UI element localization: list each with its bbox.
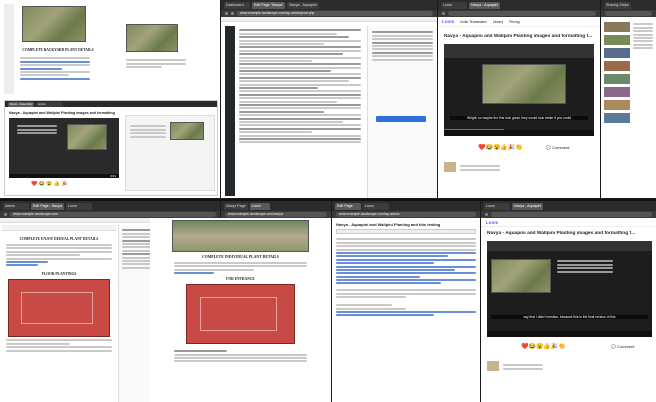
window-top-left[interactable]: COMPLETE BACKYARD PLANT DETAILS Docs - A… xyxy=(0,0,220,198)
video-player[interactable]: say that I didn't mention, because this … xyxy=(487,241,652,337)
doc-thumbnail xyxy=(126,24,178,52)
window-code-editor[interactable]: Dashboard Edit Page "Navya" Navya - Aqua… xyxy=(221,0,437,198)
section-heading: FLOOR PLANTINGS xyxy=(41,272,77,277)
doc-heading: COMPLETE ENJOY DEDUAL PLANT DETAILS xyxy=(19,237,99,241)
tab-edit-page[interactable]: Edit Page xyxy=(335,202,361,210)
video-title: Navya - Aquapini and Wallpini Planting i… xyxy=(9,111,115,115)
address-bar[interactable]: www.example-landscape.com/navya xyxy=(225,212,327,217)
tab-dashboard[interactable]: Dashboard xyxy=(224,1,250,9)
transcript-thumb xyxy=(444,162,456,172)
video-title: Navya - Aquapini and Wallpini Planting i… xyxy=(487,231,636,236)
tab-loom[interactable]: Loom xyxy=(363,202,389,210)
nav-library[interactable]: Library xyxy=(493,20,503,24)
side-panel xyxy=(125,115,215,191)
nav-invite[interactable]: Invite Teammates xyxy=(460,20,487,24)
path-photo xyxy=(172,220,309,252)
tab-docs[interactable]: Docs - Assembly xyxy=(8,101,35,107)
video-player[interactable]: 3:01 xyxy=(9,118,119,178)
doc-heading: COMPLETE INDIVIDUAL PLANT DETAILS xyxy=(202,255,279,259)
tab-sharing[interactable]: Sharing Stripe xyxy=(604,1,631,9)
video-player[interactable]: Wright, so maybe the this look great, th… xyxy=(444,44,594,136)
backyard-photo xyxy=(22,6,86,42)
nav-pricing[interactable]: Pricing xyxy=(509,20,519,24)
reaction-bar[interactable]: ❤️ 😂 😮 👍 🎉 xyxy=(31,181,68,187)
video-subtitle: say that I didn't mention, because this … xyxy=(491,315,648,319)
reaction-bar[interactable]: ❤️😂😮👍🎉👏 xyxy=(478,144,523,151)
loom-logo[interactable]: Loom xyxy=(486,220,498,225)
section-heading: FOR ENTRANCE xyxy=(226,277,255,282)
doc-heading: COMPLETE BACKYARD PLANT DETAILS xyxy=(22,48,94,52)
tab-edit-navya[interactable]: Edit Page - Navya xyxy=(31,202,64,210)
tab-loom[interactable]: Loom xyxy=(249,202,270,210)
video-title: Navya - Aquapini and Wallpini Planting i… xyxy=(444,34,593,39)
address-bar-right[interactable] xyxy=(605,11,652,16)
window-editor-bottom[interactable]: Edit Page Loom www.example-landscape.com… xyxy=(332,201,480,402)
tab-navya-page[interactable]: Navya Page xyxy=(224,202,248,210)
comment-button[interactable]: 💬 Comment xyxy=(611,344,634,349)
window-doc-bottom-mid-content[interactable]: COMPLETE INDIVIDUAL PLANT DETAILS FOR EN… xyxy=(150,218,331,402)
tab-editor[interactable]: Editor xyxy=(36,101,63,107)
tab-loom[interactable]: Loom xyxy=(484,202,510,210)
window-loom-bottom[interactable]: Loom Navya - Aquapini Loom Navya - Aquap… xyxy=(481,201,656,402)
tab-navya-video[interactable]: Navya - Aquapini xyxy=(469,1,501,9)
video-subtitle: Wright, so maybe the this look great, th… xyxy=(450,116,588,120)
reaction-bar[interactable]: ❤️😂😮👍🎉👏 xyxy=(521,343,566,350)
update-button[interactable] xyxy=(376,116,426,122)
address-bar[interactable]: www.example-landscape.com/wp-admin xyxy=(336,212,476,217)
settings-panel xyxy=(367,26,437,198)
video-time: 3:01 xyxy=(110,174,116,178)
address-bar-loom[interactable] xyxy=(448,11,596,16)
address-bar[interactable]: www.example-landscape.com/wp-admin/post.… xyxy=(237,11,433,16)
tab-loom[interactable]: Loom xyxy=(441,1,467,9)
entrance-plan-image xyxy=(186,284,295,345)
tab-admin[interactable]: Admin xyxy=(3,202,29,210)
address-bar-loom-bottom[interactable] xyxy=(491,212,652,217)
window-loom-top[interactable]: Loom Navya - Aquapini Loom Invite Teamma… xyxy=(438,0,600,198)
loom-logo[interactable]: Loom xyxy=(442,19,454,24)
address-bar[interactable]: www.example-landscape.com xyxy=(10,212,216,217)
window-right-strip[interactable]: Sharing Stripe xyxy=(601,0,656,198)
tab-navya-video[interactable]: Navya - Aquapini xyxy=(512,202,544,210)
tab-edit-page[interactable]: Edit Page "Navya" xyxy=(252,1,286,9)
tab-navya[interactable]: Navya - Aquapini xyxy=(287,1,319,9)
page-title: Navya - Aquapini and Wallpini Planting a… xyxy=(336,222,441,227)
tab-loom[interactable]: Loom xyxy=(65,202,92,210)
floor-plan-image xyxy=(8,279,110,338)
comment-button[interactable]: 💬 Comment xyxy=(546,145,569,150)
